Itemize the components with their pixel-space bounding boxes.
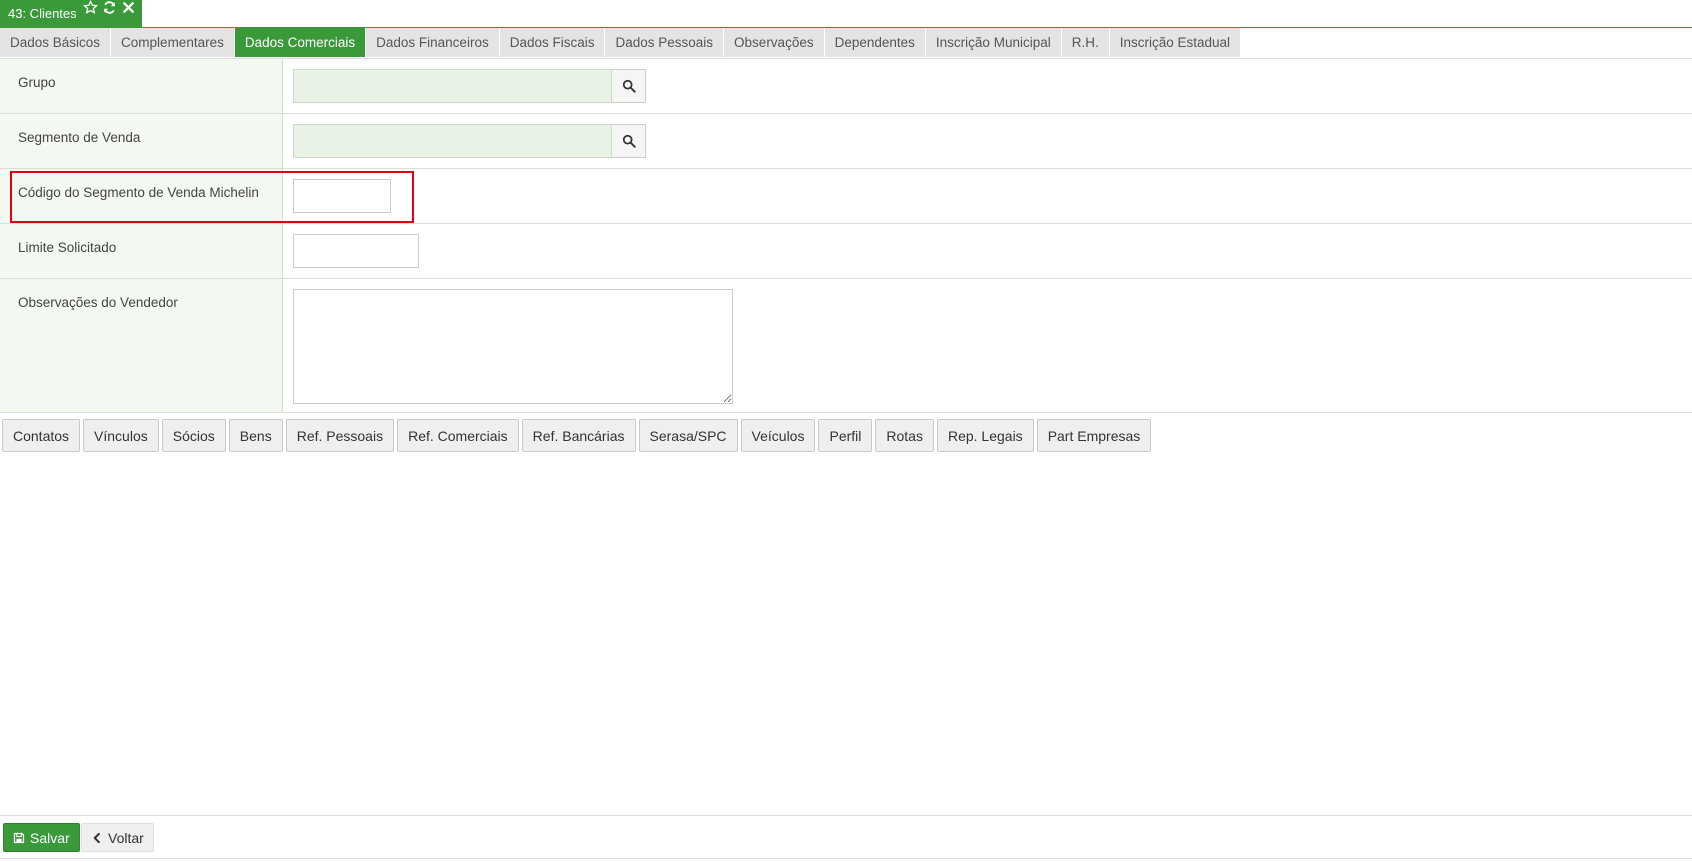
perfil-button[interactable]: Perfil <box>818 419 873 452</box>
floppy-disk-icon <box>13 832 25 843</box>
rep-legais-button[interactable]: Rep. Legais <box>936 419 1034 452</box>
ref-pessoais-button[interactable]: Ref. Pessoais <box>285 419 395 452</box>
segmento-lookup <box>293 124 646 158</box>
chevron-left-icon <box>93 832 100 843</box>
tab-observacoes[interactable]: Observações <box>724 28 825 57</box>
window-tab[interactable]: 43: Clientes <box>0 0 142 27</box>
tab-rh[interactable]: R.H. <box>1061 28 1110 57</box>
grupo-input[interactable] <box>293 69 613 103</box>
form-row-segmento: Segmento de Venda <box>0 114 1692 169</box>
form: Grupo Segmento de Venda Código do Segmen… <box>0 59 1692 413</box>
tab-dados-comerciais[interactable]: Dados Comerciais <box>234 28 367 57</box>
window-title: 43: Clientes <box>8 6 77 21</box>
limite-label: Limite Solicitado <box>0 224 283 278</box>
refresh-icon[interactable] <box>102 0 117 15</box>
serasa-spc-button[interactable]: Serasa/SPC <box>638 419 738 452</box>
veiculos-button[interactable]: Veículos <box>740 419 816 452</box>
tab-inscricao-municipal[interactable]: Inscrição Municipal <box>925 28 1062 57</box>
back-label: Voltar <box>108 829 144 846</box>
save-label: Salvar <box>30 829 70 846</box>
codigo-michelin-input[interactable] <box>293 179 391 213</box>
codigo-michelin-label: Código do Segmento de Venda Michelin <box>0 169 283 223</box>
save-button[interactable]: Salvar <box>3 823 80 852</box>
tab-inscricao-estadual[interactable]: Inscrição Estadual <box>1109 28 1242 57</box>
limite-input[interactable] <box>293 234 419 268</box>
bens-button[interactable]: Bens <box>228 419 283 452</box>
rotas-button[interactable]: Rotas <box>875 419 934 452</box>
footer-divider <box>0 815 1692 816</box>
back-button[interactable]: Voltar <box>81 823 154 852</box>
tab-dados-basicos[interactable]: Dados Básicos <box>0 28 112 57</box>
grupo-lookup <box>293 69 646 103</box>
segmento-search-button[interactable] <box>612 124 646 158</box>
observacoes-textarea[interactable] <box>293 289 733 404</box>
sub-buttons: Contatos Vínculos Sócios Bens Ref. Pesso… <box>2 419 1152 452</box>
tab-dados-fiscais[interactable]: Dados Fiscais <box>499 28 606 57</box>
grupo-label: Grupo <box>0 59 283 113</box>
close-icon[interactable] <box>121 0 136 15</box>
form-row-observacoes: Observações do Vendedor <box>0 279 1692 413</box>
search-icon <box>622 134 636 148</box>
footer-bottom-divider <box>0 858 1692 859</box>
form-row-grupo: Grupo <box>0 59 1692 114</box>
part-empresas-button[interactable]: Part Empresas <box>1036 419 1152 452</box>
ref-bancarias-button[interactable]: Ref. Bancárias <box>521 419 636 452</box>
tab-dependentes[interactable]: Dependentes <box>824 28 926 57</box>
segmento-input[interactable] <box>293 124 613 158</box>
segmento-label: Segmento de Venda <box>0 114 283 168</box>
tab-complementares[interactable]: Complementares <box>111 28 235 57</box>
window-bar: 43: Clientes <box>0 0 1692 28</box>
grupo-search-button[interactable] <box>612 69 646 103</box>
observacoes-label: Observações do Vendedor <box>0 279 283 412</box>
star-icon[interactable] <box>82 0 98 15</box>
vinculos-button[interactable]: Vínculos <box>83 419 159 452</box>
tab-dados-financeiros[interactable]: Dados Financeiros <box>366 28 500 57</box>
tab-dados-pessoais[interactable]: Dados Pessoais <box>605 28 725 57</box>
form-row-limite: Limite Solicitado <box>0 224 1692 279</box>
socios-button[interactable]: Sócios <box>161 419 226 452</box>
form-row-codigo-michelin: Código do Segmento de Venda Michelin <box>0 169 1692 224</box>
search-icon <box>622 79 636 93</box>
ref-comerciais-button[interactable]: Ref. Comerciais <box>397 419 519 452</box>
contatos-button[interactable]: Contatos <box>2 419 81 452</box>
tab-bar: Dados Básicos Complementares Dados Comer… <box>0 28 1242 58</box>
